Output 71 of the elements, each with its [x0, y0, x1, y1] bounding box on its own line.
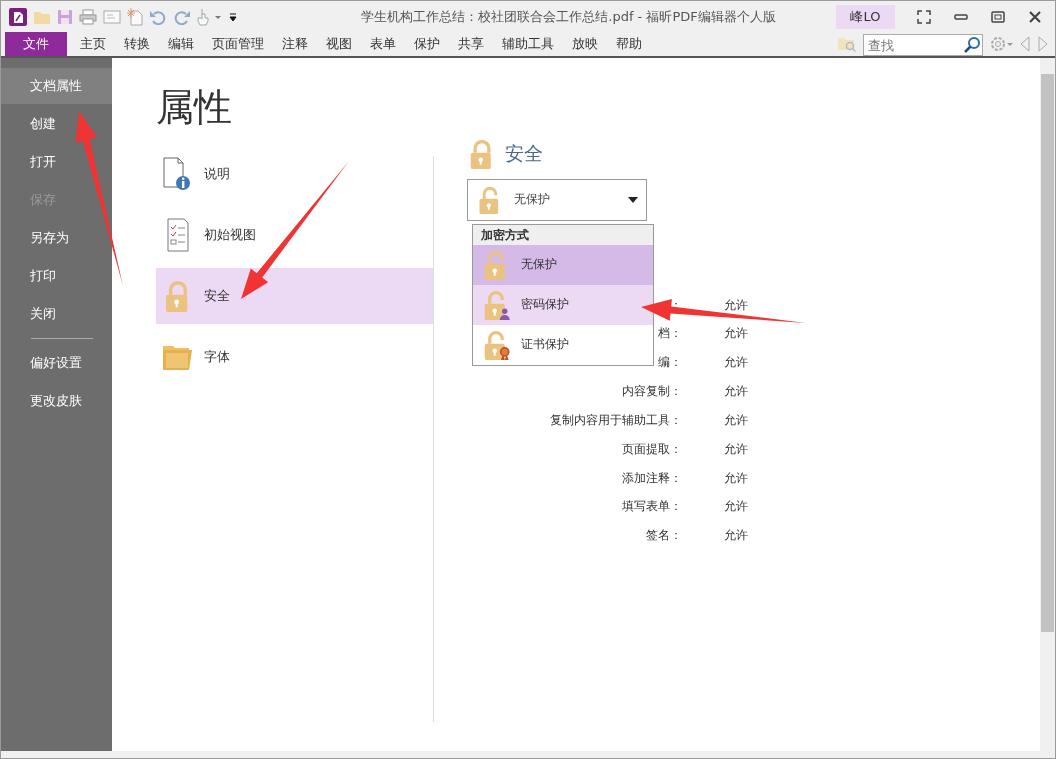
category-item[interactable]: 字体: [156, 329, 433, 385]
category-item[interactable]: 说明: [156, 146, 433, 202]
permission-label: 添加注释：: [622, 469, 682, 487]
scrollbar-thumb[interactable]: [1041, 74, 1054, 632]
sidebar-item[interactable]: 文档属性: [1, 68, 112, 104]
sidebar-item[interactable]: 创建: [1, 106, 112, 142]
envelope-icon[interactable]: [103, 9, 121, 24]
print-icon[interactable]: [79, 8, 97, 25]
encryption-select[interactable]: 无保护: [467, 178, 647, 221]
sidebar-item[interactable]: 另存为: [1, 220, 112, 256]
ribbon-tab[interactable]: 放映: [563, 32, 607, 56]
permission-value: 允许: [724, 296, 749, 314]
save-icon[interactable]: [57, 8, 73, 25]
ribbon-tab[interactable]: 编辑: [159, 32, 203, 56]
menu-option[interactable]: 无保护: [473, 245, 653, 285]
undo-icon[interactable]: [149, 8, 167, 25]
hand-tool-icon[interactable]: [197, 7, 223, 26]
section-heading: 安全: [505, 141, 543, 166]
ribbon-tab[interactable]: 保护: [405, 32, 449, 56]
settings-icon[interactable]: [989, 35, 1013, 53]
ribbon-tab[interactable]: 页面管理: [203, 32, 273, 56]
permission-value: 允许: [724, 498, 749, 516]
menu-option[interactable]: 密码保护: [473, 285, 653, 325]
sidebar-item[interactable]: 打印: [1, 258, 112, 294]
menu-header: 加密方式: [473, 225, 653, 245]
fullscreen-icon[interactable]: [917, 9, 931, 24]
window-title: 学生机构工作总结：校社团联合会工作总结.pdf - 福昕PDF编辑器个人版: [360, 7, 777, 26]
redo-icon[interactable]: [173, 8, 191, 25]
ribbon-tab[interactable]: 辅助工具: [493, 32, 563, 56]
permission-label: ：: [670, 296, 682, 314]
page-heading: 属性: [156, 88, 233, 126]
ribbon-tab[interactable]: 帮助: [607, 32, 651, 56]
previous-icon[interactable]: [1019, 35, 1031, 53]
permission-label: 复制内容用于辅助工具：: [550, 411, 682, 429]
restore-icon[interactable]: [991, 9, 1005, 24]
user-button[interactable]: 峰LO: [836, 4, 895, 29]
ribbon-tab[interactable]: 视图: [317, 32, 361, 56]
permission-value: 允许: [724, 411, 749, 429]
sidebar-item[interactable]: 关闭: [1, 296, 112, 332]
permission-label: 编：: [658, 354, 682, 372]
ribbon-tab[interactable]: 转换: [115, 32, 159, 56]
permission-value: 允许: [724, 440, 749, 458]
permission-label: 档：: [658, 325, 682, 343]
ribbon-tab[interactable]: 文件: [5, 32, 67, 56]
sidebar-item[interactable]: 打开: [1, 144, 112, 180]
permission-value: 允许: [724, 354, 749, 372]
permission-value: 允许: [724, 469, 749, 487]
ribbon-tab[interactable]: 注释: [273, 32, 317, 56]
next-icon[interactable]: [1037, 35, 1049, 53]
sidebar-item[interactable]: 偏好设置: [1, 345, 112, 381]
permission-label: 内容复制：: [622, 383, 682, 401]
sidebar-item[interactable]: 更改皮肤: [1, 383, 112, 419]
ribbon-tab[interactable]: 表单: [361, 32, 405, 56]
permission-value: 允许: [724, 527, 749, 545]
customize-toolbar-icon[interactable]: [229, 11, 237, 22]
search-icon[interactable]: [963, 36, 981, 54]
close-icon[interactable]: [1028, 9, 1042, 24]
dropdown-caret-icon: [628, 196, 638, 203]
new-document-icon[interactable]: [127, 7, 143, 26]
ribbon-tab[interactable]: 主页: [71, 32, 115, 56]
search-field[interactable]: 查找: [863, 34, 983, 56]
permission-label: 签名：: [646, 527, 682, 545]
permission-value: 允许: [724, 383, 749, 401]
category-item[interactable]: 初始视图: [156, 207, 433, 263]
app-logo-icon[interactable]: [9, 7, 27, 26]
permission-label: 填写表单：: [622, 498, 682, 516]
folder-search-icon[interactable]: [837, 35, 857, 53]
permission-value: 允许: [724, 325, 749, 343]
category-item[interactable]: 安全: [156, 268, 433, 324]
ribbon-tab[interactable]: 共享: [449, 32, 493, 56]
permission-label: 页面提取：: [622, 440, 682, 458]
